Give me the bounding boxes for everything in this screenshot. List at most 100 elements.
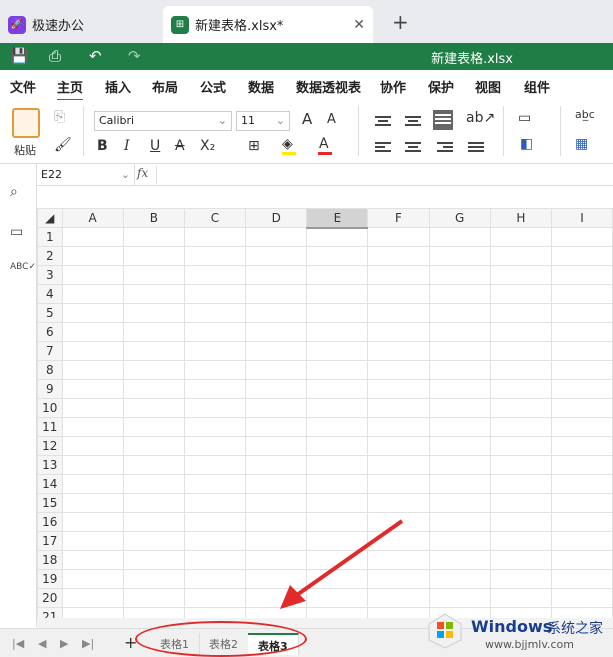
menu-protect[interactable]: 保护 — [428, 77, 454, 96]
cell[interactable] — [245, 436, 308, 456]
cell[interactable] — [428, 474, 491, 494]
row-header[interactable]: 12 — [37, 436, 63, 456]
cell[interactable] — [61, 322, 124, 342]
font-color-button[interactable]: A — [319, 136, 329, 152]
cell[interactable] — [183, 417, 247, 437]
cell[interactable] — [551, 436, 613, 456]
cell[interactable] — [61, 607, 124, 618]
table-icon[interactable]: ▦ — [575, 136, 588, 152]
cell[interactable] — [428, 398, 491, 418]
cell[interactable] — [551, 341, 613, 361]
cell[interactable] — [489, 360, 553, 380]
first-sheet-icon[interactable]: |◀ — [12, 637, 24, 650]
cell[interactable] — [489, 398, 553, 418]
cell[interactable] — [489, 436, 553, 456]
align-right-icon[interactable] — [437, 140, 453, 154]
menu-home[interactable]: 主页 — [57, 77, 84, 101]
cell[interactable] — [61, 303, 124, 323]
row-header[interactable]: 20 — [37, 588, 63, 608]
cell[interactable] — [61, 531, 124, 551]
cell[interactable] — [183, 379, 247, 399]
cell[interactable] — [183, 398, 247, 418]
cell[interactable] — [367, 398, 430, 418]
cell[interactable] — [306, 398, 369, 418]
cell[interactable] — [367, 341, 430, 361]
menu-layout[interactable]: 布局 — [152, 77, 178, 96]
cell[interactable] — [122, 379, 185, 399]
cell[interactable] — [183, 569, 247, 589]
cell[interactable] — [61, 493, 124, 513]
cell[interactable] — [122, 550, 185, 570]
cell[interactable] — [428, 303, 491, 323]
cell[interactable] — [428, 379, 491, 399]
cell[interactable] — [367, 436, 430, 456]
column-header[interactable]: H — [489, 208, 553, 228]
comment-icon[interactable]: ▭ — [10, 224, 23, 240]
tab-speed-office[interactable]: 🚀 极速办公 — [0, 6, 160, 43]
align-center-icon[interactable] — [405, 140, 421, 154]
font-size-select[interactable]: 11 ⌄ — [236, 111, 290, 131]
format-painter-icon[interactable]: 🖌 — [54, 137, 72, 153]
cell[interactable] — [183, 493, 247, 513]
new-tab-button[interactable]: + — [392, 10, 409, 34]
cell[interactable] — [122, 227, 185, 247]
increase-font-icon[interactable]: A — [302, 110, 312, 128]
cell[interactable] — [183, 322, 247, 342]
row-header[interactable]: 9 — [37, 379, 63, 399]
cell[interactable] — [61, 265, 124, 285]
row-header[interactable]: 13 — [37, 455, 63, 475]
cell[interactable] — [183, 436, 247, 456]
cell[interactable] — [306, 341, 369, 361]
cell[interactable] — [61, 512, 124, 532]
cell[interactable] — [551, 265, 613, 285]
cell[interactable] — [61, 398, 124, 418]
cell[interactable] — [183, 512, 247, 532]
last-sheet-icon[interactable]: ▶| — [82, 637, 94, 650]
cell[interactable] — [551, 531, 613, 551]
cell[interactable] — [245, 360, 308, 380]
cell[interactable] — [551, 474, 613, 494]
bold-button[interactable]: B — [97, 138, 108, 154]
strikethrough-button[interactable]: A — [175, 138, 185, 154]
cell[interactable] — [489, 531, 553, 551]
cell[interactable] — [551, 550, 613, 570]
cell[interactable] — [428, 455, 491, 475]
row-header[interactable]: 4 — [37, 284, 63, 304]
orientation-icon[interactable]: ab↗ — [466, 110, 495, 126]
cell[interactable] — [122, 455, 185, 475]
cell[interactable] — [428, 360, 491, 380]
cell[interactable] — [489, 550, 553, 570]
cell[interactable] — [61, 379, 124, 399]
cell[interactable] — [61, 436, 124, 456]
cell[interactable] — [61, 417, 124, 437]
cell[interactable] — [489, 246, 553, 266]
subscript-button[interactable]: X₂ — [200, 138, 215, 154]
spellcheck-icon[interactable]: ABC✓ — [10, 262, 36, 272]
cell[interactable] — [489, 512, 553, 532]
cell[interactable] — [245, 474, 308, 494]
cell[interactable] — [367, 322, 430, 342]
close-icon[interactable]: ✕ — [353, 17, 365, 33]
cell[interactable] — [183, 474, 247, 494]
cell[interactable] — [428, 341, 491, 361]
row-header[interactable]: 5 — [37, 303, 63, 323]
cell[interactable] — [122, 303, 185, 323]
cell[interactable] — [489, 379, 553, 399]
cell[interactable] — [245, 284, 308, 304]
cell[interactable] — [551, 569, 613, 589]
cell[interactable] — [428, 322, 491, 342]
row-header[interactable]: 11 — [37, 417, 63, 437]
cell[interactable] — [183, 284, 247, 304]
spellcheck-icon[interactable]: ab̲c — [575, 108, 595, 121]
cell[interactable] — [122, 569, 185, 589]
justify-icon[interactable] — [468, 140, 484, 154]
cell[interactable] — [489, 322, 553, 342]
align-middle-icon[interactable] — [405, 114, 421, 128]
column-header[interactable]: C — [183, 208, 247, 228]
prev-sheet-icon[interactable]: ◀ — [38, 637, 46, 650]
cell[interactable] — [245, 265, 308, 285]
column-header[interactable]: D — [245, 208, 308, 228]
menu-components[interactable]: 组件 — [524, 77, 550, 96]
cell[interactable] — [428, 550, 491, 570]
cell[interactable] — [306, 265, 369, 285]
